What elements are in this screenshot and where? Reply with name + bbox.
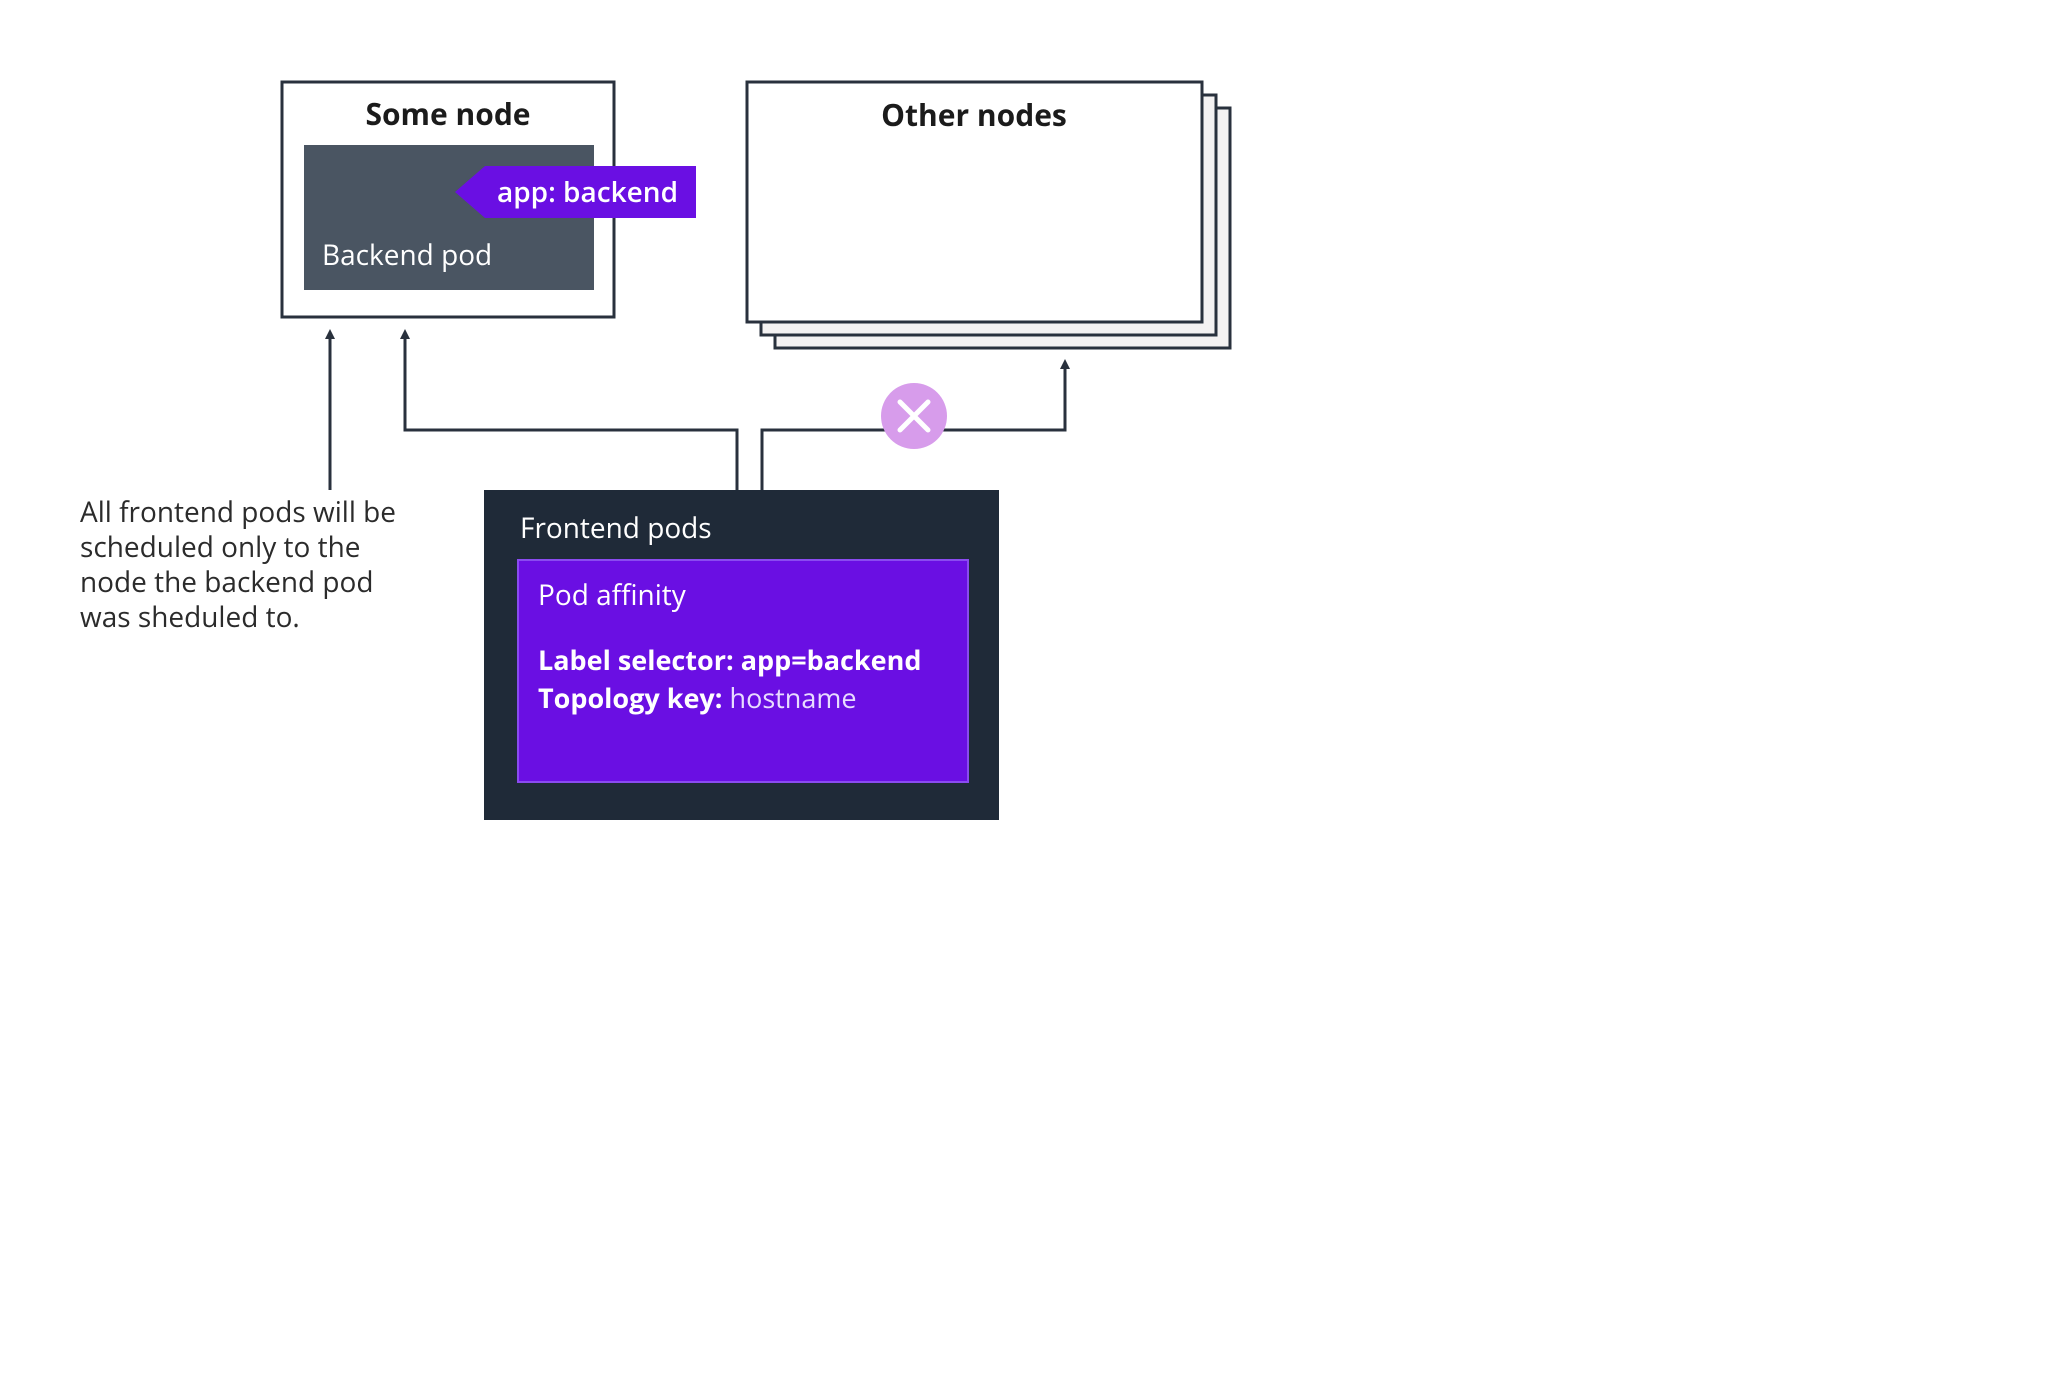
topology-key-label: Topology key: <box>538 679 730 716</box>
caption-line-2: scheduled only to the <box>80 528 361 566</box>
backend-pod-label: Backend pod <box>322 236 492 274</box>
connectors <box>330 334 1065 490</box>
backend-label-tag-text: app: backend <box>497 173 678 211</box>
caption-line-4: was sheduled to. <box>80 598 300 636</box>
frontend-pods-box: Frontend pods Pod affinity Label selecto… <box>484 490 999 820</box>
caption-text: All frontend pods will be scheduled only… <box>80 493 396 636</box>
diagram-canvas: Some node Backend pod app: backend Other… <box>0 0 2048 1390</box>
arrow-frontend-to-some-node <box>405 334 737 490</box>
topology-key-row: Topology key: hostname <box>538 679 857 716</box>
caption-line-3: node the backend pod <box>80 563 374 601</box>
label-selector-row: Label selector: app=backend <box>538 641 921 678</box>
other-nodes-stack: Other nodes <box>747 82 1230 348</box>
caption-line-1: All frontend pods will be <box>80 493 396 531</box>
label-selector-value: app=backend <box>741 641 922 678</box>
backend-label-tag: app: backend <box>455 166 696 218</box>
topology-key-value: hostname <box>730 679 857 716</box>
blocked-icon <box>881 383 947 449</box>
some-node-box: Some node Backend pod app: backend <box>282 82 696 317</box>
other-nodes-title: Other nodes <box>881 94 1067 135</box>
label-selector-label: Label selector: <box>538 641 741 678</box>
some-node-title: Some node <box>365 93 530 134</box>
pod-affinity-title: Pod affinity <box>538 576 687 614</box>
frontend-pods-title: Frontend pods <box>520 509 712 547</box>
